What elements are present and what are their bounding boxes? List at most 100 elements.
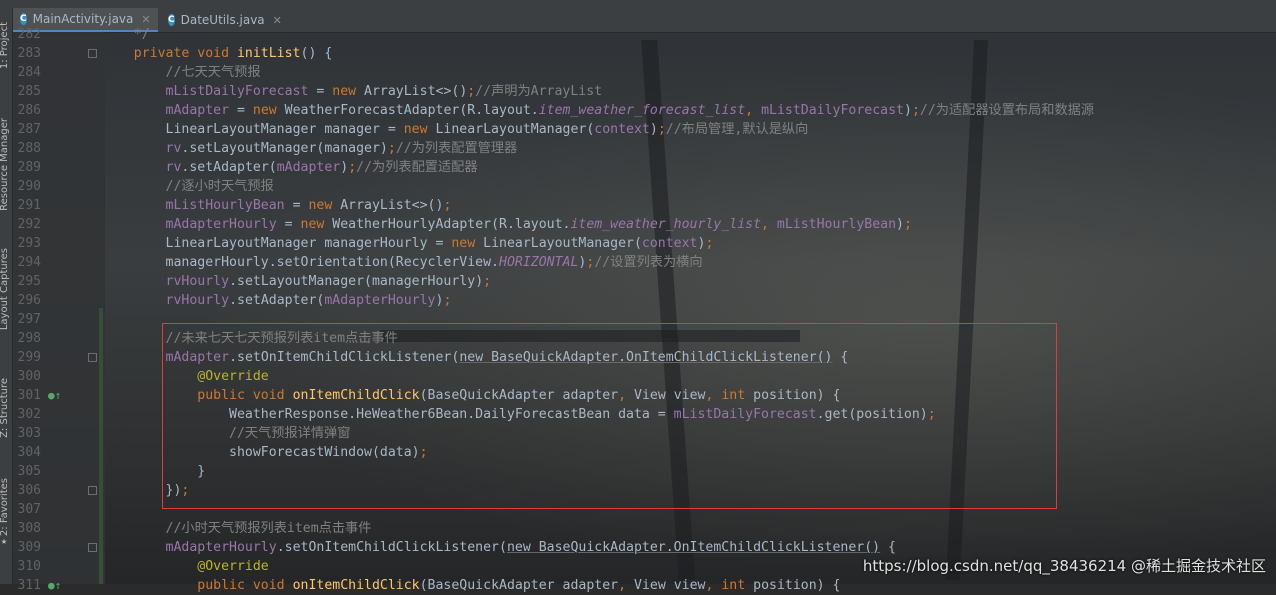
code-token: item_weather_forecast_list xyxy=(538,103,746,118)
code-token: new xyxy=(451,236,484,251)
code-line[interactable]: mAdapterHourly.setOnItemChildClickListen… xyxy=(102,538,896,557)
line-number: 295 xyxy=(17,274,41,289)
code-line[interactable]: rv.setLayoutManager(manager);//为列表配置管理器 xyxy=(102,139,518,158)
fold-icon[interactable] xyxy=(88,543,97,552)
line-number: 290 xyxy=(17,179,41,194)
tab-label: DateUtils.java xyxy=(180,13,265,27)
line-number: 309 xyxy=(17,540,41,555)
line-number: 289 xyxy=(17,160,41,175)
line-number: 299 xyxy=(17,350,41,365)
code-line[interactable]: //小时天气预报列表item点击事件 xyxy=(102,519,372,538)
code-token: .setLayoutManager(managerHourly) xyxy=(229,274,484,289)
code-token: new xyxy=(300,217,333,232)
sidebar-item-layout-captures[interactable]: Layout Captures xyxy=(0,248,10,330)
code-token: //逐小时天气预报 xyxy=(165,179,274,194)
code-token: position) { xyxy=(753,578,841,593)
code-token: //布局管理,默认是纵向 xyxy=(665,122,809,137)
code-token: , xyxy=(745,103,762,118)
code-token: rv xyxy=(165,160,182,175)
line-number: 296 xyxy=(17,293,41,308)
code-line[interactable]: //七天天气预报 xyxy=(102,63,261,82)
code-token: ) xyxy=(649,122,658,137)
line-number: 311 xyxy=(17,578,41,593)
code-token: //小时天气预报列表item点击事件 xyxy=(165,521,372,536)
code-token: ) xyxy=(340,160,349,175)
code-token: mListHourlyBean xyxy=(165,198,285,213)
code-token: new xyxy=(252,103,285,118)
fold-icon[interactable] xyxy=(88,486,97,495)
line-number: 285 xyxy=(17,84,41,99)
code-token: new BaseQuickAdapter.OnItemChildClickLis… xyxy=(506,540,881,555)
code-token: View view xyxy=(634,578,706,593)
code-line[interactable]: mListHourlyBean = new ArrayList<>(); xyxy=(102,196,452,215)
code-token: = xyxy=(229,103,253,118)
close-icon[interactable]: ✕ xyxy=(273,14,282,27)
editor-tabs: C MainActivity.java ✕ C DateUtils.java ✕ xyxy=(12,8,1276,33)
watermark: https://blog.csdn.net/qq_38436214 @稀土掘金技… xyxy=(862,557,1266,575)
code-token: initList xyxy=(236,46,301,61)
line-number: 303 xyxy=(17,426,41,441)
code-line[interactable]: LinearLayoutManager manager = new Linear… xyxy=(102,120,809,139)
code-token: //设置列表为横向 xyxy=(594,255,703,270)
code-line[interactable]: LinearLayoutManager managerHourly = new … xyxy=(102,234,714,253)
code-token: WeatherHourlyAdapter(R.layout. xyxy=(332,217,571,232)
class-icon: C xyxy=(168,14,175,26)
code-token: context xyxy=(594,122,650,137)
sidebar-item-resource-manager[interactable]: Resource Manager xyxy=(0,118,10,211)
close-icon[interactable]: ✕ xyxy=(141,13,150,26)
code-line[interactable]: managerHourly.setOrientation(RecyclerVie… xyxy=(102,253,703,272)
line-number: 310 xyxy=(17,559,41,574)
code-token: () { xyxy=(300,46,333,61)
sidebar-item-structure[interactable]: Z: Structure xyxy=(0,378,10,438)
tool-window-sidebar: 1: Project Resource Manager Layout Captu… xyxy=(0,8,13,584)
line-number: 292 xyxy=(17,217,41,232)
code-line[interactable]: mAdapter = new WeatherForecastAdapter(R.… xyxy=(102,101,1095,120)
line-number: 300 xyxy=(17,369,41,384)
code-token: item_weather_hourly_list xyxy=(570,217,762,232)
code-token: ; xyxy=(387,141,396,156)
code-token: int xyxy=(721,578,754,593)
line-number: 304 xyxy=(17,445,41,460)
line-number: 284 xyxy=(17,65,41,80)
line-number: 291 xyxy=(17,198,41,213)
code-line[interactable]: @Override xyxy=(102,557,268,576)
sidebar-item-project[interactable]: 1: Project xyxy=(0,22,10,69)
code-token: ArrayList<>() xyxy=(364,84,468,99)
code-line[interactable]: rvHourly.setLayoutManager(managerHourly)… xyxy=(102,272,492,291)
sidebar-item-favorites[interactable]: 2: Favorites xyxy=(0,478,10,536)
code-token: //为列表配置管理器 xyxy=(395,141,518,156)
override-marker-icon[interactable]: ●↑ xyxy=(48,386,61,405)
code-token: //为适配器设置布局和数据源 xyxy=(919,103,1095,118)
code-line[interactable]: rvHourly.setAdapter(mAdapterHourly); xyxy=(102,291,452,310)
line-number: 294 xyxy=(17,255,41,270)
code-line[interactable]: //逐小时天气预报 xyxy=(102,177,274,196)
code-token: LinearLayoutManager( xyxy=(435,122,595,137)
fold-icon[interactable] xyxy=(88,49,97,58)
code-token: onItemChildClick xyxy=(292,578,420,593)
code-line[interactable]: rv.setAdapter(mAdapter);//为列表配置适配器 xyxy=(102,158,478,177)
code-token: mAdapter xyxy=(165,103,230,118)
code-token: //声明为ArrayList xyxy=(475,84,603,99)
code-token: .setLayoutManager(manager) xyxy=(181,141,388,156)
code-token: , xyxy=(705,578,722,593)
code-line[interactable]: */ xyxy=(102,25,150,44)
fold-icon[interactable] xyxy=(88,353,97,362)
code-line[interactable]: public void onItemChildClick(BaseQuickAd… xyxy=(102,576,840,595)
override-marker-icon[interactable]: ●↑ xyxy=(48,576,61,595)
code-token: ArrayList<>() xyxy=(340,198,444,213)
code-token: LinearLayoutManager managerHourly = xyxy=(165,236,452,251)
code-line[interactable]: mAdapterHourly = new WeatherHourlyAdapte… xyxy=(102,215,912,234)
tab-date-utils[interactable]: C DateUtils.java ✕ xyxy=(160,8,288,32)
code-token: mListDailyForecast xyxy=(165,84,309,99)
code-token: ; xyxy=(348,160,357,175)
code-line[interactable]: mListDailyForecast = new ArrayList<>();/… xyxy=(102,82,603,101)
code-line[interactable]: private void initList() { xyxy=(102,44,333,63)
